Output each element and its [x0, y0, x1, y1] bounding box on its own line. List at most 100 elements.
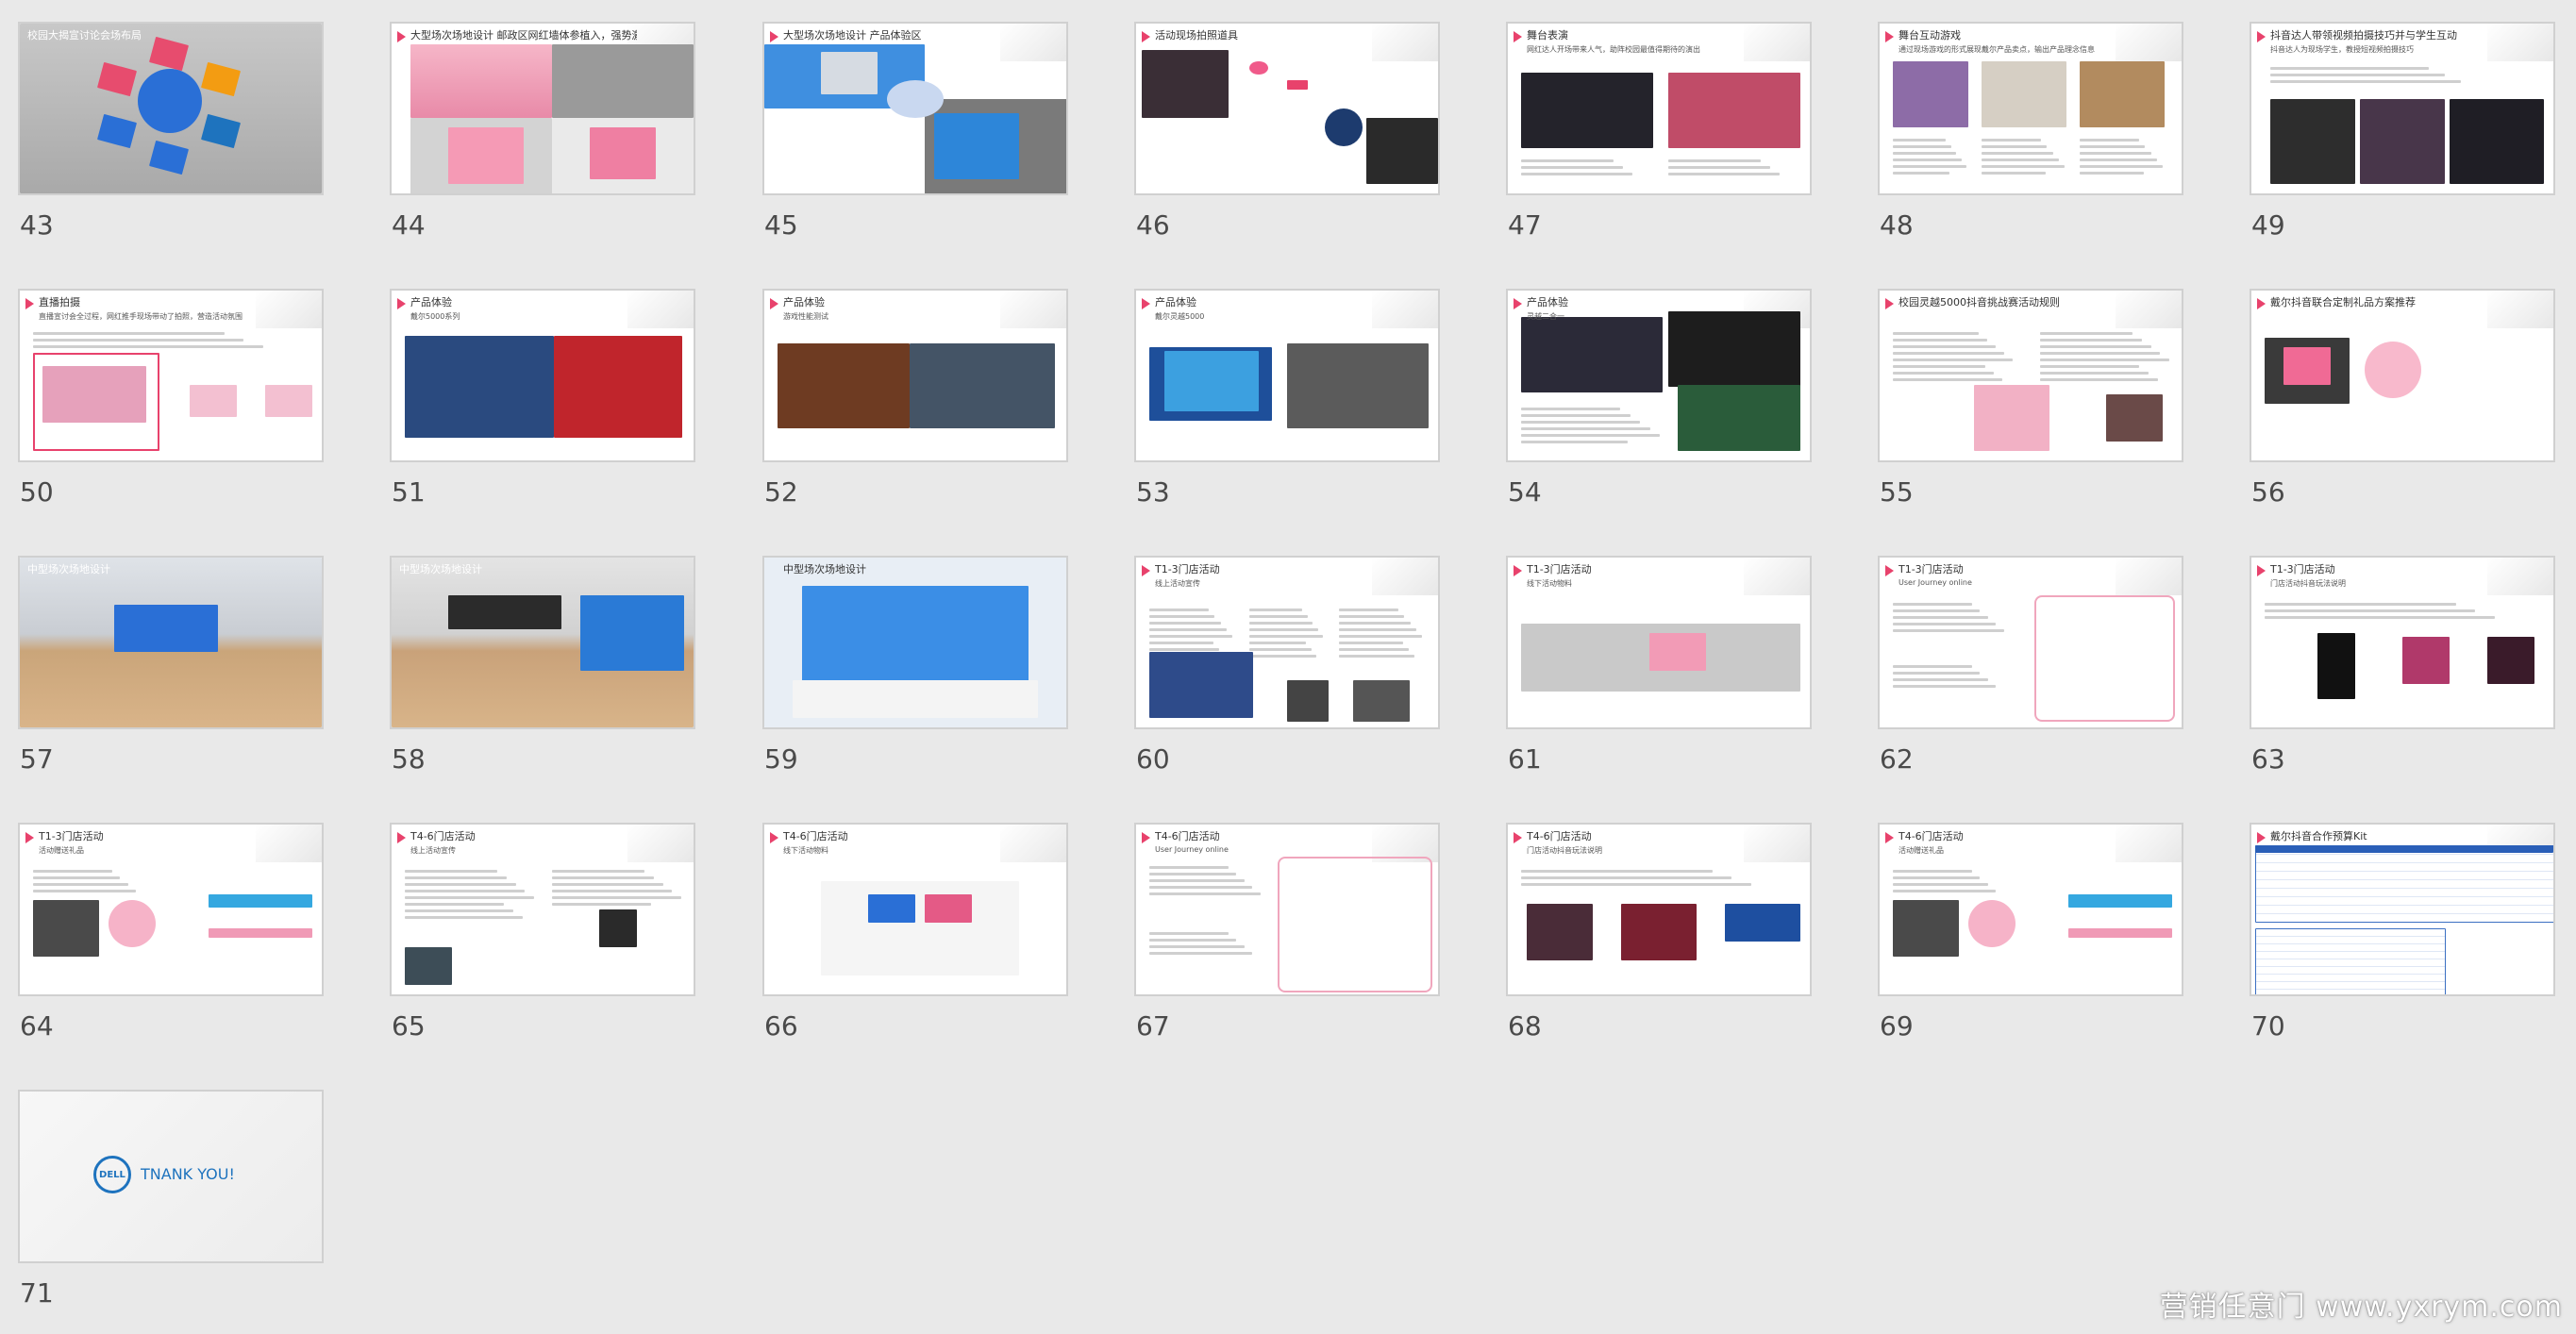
corner-decoration [2116, 558, 2182, 595]
slide-number: 50 [20, 476, 54, 508]
corner-decoration [1744, 24, 1810, 61]
title-marker-icon [2257, 565, 2266, 576]
slide-thumbnail-45[interactable]: 大型场次场地设计 产品体验区 [762, 22, 1068, 195]
dell-logo: DELL [93, 1156, 131, 1193]
slide-thumbnail-53[interactable]: 产品体验 戴尔灵越5000 [1134, 289, 1440, 462]
corner-decoration [2487, 24, 2553, 61]
title-marker-icon [770, 832, 778, 843]
text-lines [1893, 599, 2006, 636]
slide-subtitle: 线下活动物料 [783, 846, 828, 855]
slide-thumbnail-55[interactable]: 校园灵越5000抖音挑战赛活动规则 [1878, 289, 2183, 462]
slide-thumbnail-50[interactable]: 直播拍摄直播宣讨会全过程，网红推手现场带动了拍照，营造活动氛围 [18, 289, 324, 462]
slide-subtitle: 游戏性能测试 [783, 312, 828, 321]
corner-decoration [1372, 24, 1438, 61]
text-lines [1982, 135, 2066, 178]
slide-thumbnail-62[interactable]: T1-3门店活动 User Journey online [1878, 556, 2183, 729]
slide-number: 70 [2251, 1010, 2285, 1042]
slide-title: 抖音达人带领视频拍摄技巧并与学生互动 [2270, 29, 2457, 42]
title-marker-icon [770, 31, 778, 42]
corner-decoration [1372, 291, 1438, 328]
slide-number: 44 [392, 209, 426, 241]
slide-title: 大型场次场地设计 产品体验区 [783, 29, 922, 42]
slide-title: 舞台互动游戏 [1899, 29, 1961, 42]
slide-number: 56 [2251, 476, 2285, 508]
text-lines [1893, 328, 2016, 385]
text-lines [2040, 328, 2172, 385]
text-lines [1521, 156, 1653, 179]
text-lines [1521, 404, 1663, 447]
text-lines [1149, 862, 1263, 899]
slide-title: T1-3门店活动 [2270, 563, 2335, 575]
slide-subtitle: 线下活动物料 [1527, 579, 1572, 588]
slide-thumbnail-68[interactable]: T4-6门店活动 门店活动抖音玩法说明 [1506, 823, 1812, 996]
slide-subtitle: 门店活动抖音玩法说明 [1527, 846, 1602, 855]
slide-title: 直播拍摄 [39, 296, 80, 308]
slide-title: 中型场次场地设计 [783, 563, 866, 575]
slide-number: 66 [764, 1010, 798, 1042]
slide-thumbnail-49[interactable]: 抖音达人带领视频拍摄技巧并与学生互动抖音达人为现场学生，教授短视频拍摄技巧 [2250, 22, 2555, 195]
slide-thumbnail-54[interactable]: 产品体验 灵越二合一 [1506, 289, 1812, 462]
slide-number: 52 [764, 476, 798, 508]
slide-thumbnail-43[interactable]: 校园大揭宣讨论会场布局 [18, 22, 324, 195]
slide-thumbnail-57[interactable]: 中型场次场地设计 [18, 556, 324, 729]
corner-decoration [627, 825, 694, 862]
slide-thumbnail-70[interactable]: 戴尔抖音合作预算Kit [2250, 823, 2555, 996]
slide-thumbnail-67[interactable]: T4-6门店活动 User Journey online [1134, 823, 1440, 996]
slide-thumbnail-47[interactable]: 舞台表演 网红达人开场带来人气，助阵校园最值得期待的演出 [1506, 22, 1812, 195]
slide-thumbnail-51[interactable]: 产品体验 戴尔5000系列 [390, 289, 695, 462]
slide-number: 49 [2251, 209, 2285, 241]
slide-number: 48 [1880, 209, 1914, 241]
slide-title: 产品体验 [1155, 296, 1196, 308]
slide-thumbnail-66[interactable]: T4-6门店活动 线下活动物料 [762, 823, 1068, 996]
slide-thumbnail-61[interactable]: T1-3门店活动 线下活动物料 [1506, 556, 1812, 729]
title-marker-icon [1885, 832, 1894, 843]
slide-thumbnail-46[interactable]: 活动现场拍照道具 [1134, 22, 1440, 195]
slide-number: 65 [392, 1010, 426, 1042]
title-marker-icon [770, 298, 778, 309]
title-marker-icon [1514, 298, 1522, 309]
slide-thumbnail-52[interactable]: 产品体验游戏性能测试 [762, 289, 1068, 462]
slide-thumbnail-71[interactable]: DELL TNANK YOU! [18, 1090, 324, 1263]
slide-thumbnail-65[interactable]: T4-6门店活动 线上活动宣传 [390, 823, 695, 996]
slide-number: 63 [2251, 743, 2285, 775]
slide-title: T4-6门店活动 [410, 830, 476, 842]
title-marker-icon [1885, 31, 1894, 42]
slide-title: 大型场次场地设计 邮政区网红墙体参植入，强势激发用户拍照打卡热情 [410, 29, 637, 42]
slide-subtitle: 直播宣讨会全过程，网红推手现场带动了拍照，营造活动氛围 [39, 312, 243, 321]
title-marker-icon [1514, 832, 1522, 843]
slide-thumbnail-60[interactable]: T1-3门店活动 线上活动宣传 [1134, 556, 1440, 729]
slide-title: T1-3门店活动 [1527, 563, 1592, 575]
slide-thumbnail-59[interactable]: 中型场次场地设计 [762, 556, 1068, 729]
text-lines [33, 866, 146, 896]
corner-decoration [1000, 24, 1066, 61]
text-lines [552, 866, 684, 909]
slide-thumbnail-58[interactable]: 中型场次场地设计 [390, 556, 695, 729]
slide-number: 61 [1508, 743, 1542, 775]
slide-thumbnail-69[interactable]: T4-6门店活动 活动赠送礼品 [1878, 823, 2183, 996]
title-marker-icon [1885, 565, 1894, 576]
corner-decoration [1000, 291, 1066, 328]
corner-decoration [1372, 558, 1438, 595]
slide-subtitle: 抖音达人为现场学生，教授短视频拍摄技巧 [2270, 45, 2414, 54]
slide-subtitle: 灵越二合一 [1527, 312, 1564, 321]
slide-thumbnail-44[interactable]: 大型场次场地设计 邮政区网红墙体参植入，强势激发用户拍照打卡热情 [390, 22, 695, 195]
slide-number: 71 [20, 1277, 54, 1309]
slide-sorter-grid: 校园大揭宣讨论会场布局 43 大型场次场地设计 邮政区网红墙体参植入，强势激发用户拍… [0, 0, 2576, 1334]
slide-subtitle: User Journey online [1155, 845, 1229, 854]
slide-thumbnail-48[interactable]: 舞台互动游戏 通过现场游戏的形式展现戴尔产品卖点，输出产品理念信息 [1878, 22, 2183, 195]
slide-thumbnail-63[interactable]: T1-3门店活动门店活动抖音玩法说明 [2250, 556, 2555, 729]
slide-subtitle: 线上活动宣传 [1155, 579, 1200, 588]
title-marker-icon [25, 832, 34, 843]
text-lines [1339, 605, 1424, 661]
title-marker-icon [1142, 31, 1150, 42]
corner-decoration [2116, 291, 2182, 328]
slide-title: 产品体验 [783, 296, 825, 308]
slide-subtitle: 网红达人开场带来人气，助阵校园最值得期待的演出 [1527, 45, 1700, 54]
slide-number: 47 [1508, 209, 1542, 241]
slide-title: T4-6门店活动 [1899, 830, 1964, 842]
slide-thumbnail-64[interactable]: T1-3门店活动 活动赠送礼品 [18, 823, 324, 996]
slide-number: 69 [1880, 1010, 1914, 1042]
slide-subtitle: 门店活动抖音玩法说明 [2270, 579, 2346, 588]
slide-title: 产品体验 [1527, 296, 1568, 308]
slide-thumbnail-56[interactable]: 戴尔抖音联合定制礼品方案推荐 [2250, 289, 2555, 462]
